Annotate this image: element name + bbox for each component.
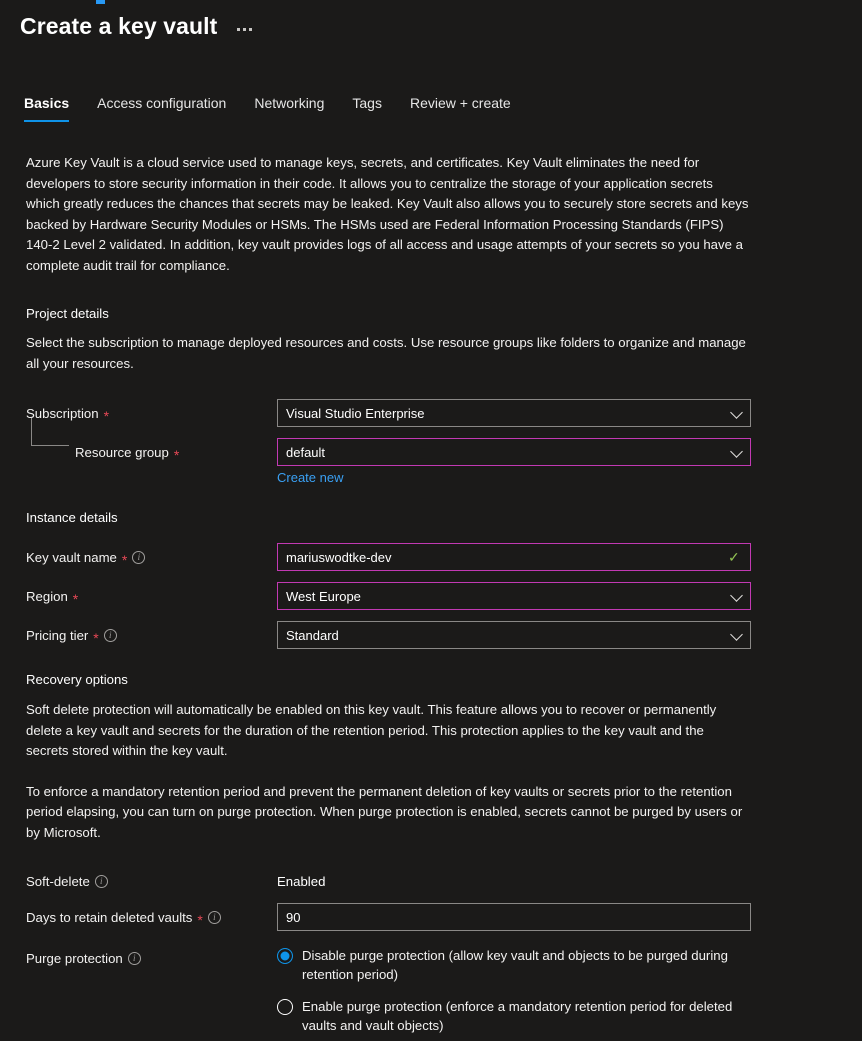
resource-group-dropdown[interactable]: default [277, 438, 751, 466]
radio-mark-icon [277, 999, 293, 1015]
region-dropdown[interactable]: West Europe [277, 582, 751, 610]
soft-delete-field: Enabled [277, 867, 751, 890]
soft-delete-label: Soft-delete i [26, 867, 277, 890]
radio-enable-purge-protection-label: Enable purge protection (enforce a manda… [302, 999, 733, 1033]
ellipsis-dot [237, 27, 241, 31]
subscription-value: Visual Studio Enterprise [286, 405, 425, 421]
create-new-resource-group-link[interactable]: Create new [277, 470, 343, 485]
soft-delete-value: Enabled [277, 874, 326, 889]
info-icon[interactable]: i [103, 629, 117, 642]
subscription-field: Visual Studio Enterprise [277, 399, 751, 427]
field-row-soft-delete: Soft-delete i Enabled [26, 867, 836, 890]
info-icon[interactable]: i [94, 875, 108, 888]
tab-access-configuration[interactable]: Access configuration [83, 94, 240, 122]
days-to-retain-field: 90 [277, 903, 751, 931]
radio-enable-purge-protection[interactable]: Enable purge protection (enforce a manda… [277, 997, 751, 1035]
chevron-down-icon [730, 445, 743, 458]
check-icon: ✓ [728, 549, 740, 565]
pricing-tier-field: Standard [277, 621, 751, 649]
recovery-paragraph-2: To enforce a mandatory retention period … [26, 783, 743, 840]
region-label-text: Region [26, 589, 68, 604]
required-asterisk: * [72, 590, 79, 607]
soft-delete-label-text: Soft-delete [26, 874, 90, 889]
key-vault-name-field: mariuswodtke-dev ✓ [277, 543, 751, 571]
radio-disable-purge-protection-label: Disable purge protection (allow key vaul… [302, 948, 728, 982]
field-row-pricing-tier: Pricing tier * i Standard [26, 621, 836, 649]
key-vault-name-label-text: Key vault name [26, 550, 117, 565]
field-row-purge-protection: Purge protection i Disable purge protect… [26, 944, 836, 1035]
page-title: Create a key vault [20, 13, 218, 39]
days-to-retain-label-text: Days to retain deleted vaults [26, 910, 193, 925]
section-heading-recovery-options: Recovery options [26, 672, 128, 687]
pricing-tier-value: Standard [286, 627, 339, 643]
purge-protection-label: Purge protection i [26, 944, 277, 967]
ellipsis-dot [243, 27, 247, 31]
tab-review-create[interactable]: Review + create [396, 94, 525, 122]
resource-group-label: Resource group * [26, 418, 277, 463]
chevron-down-icon [730, 406, 743, 419]
field-row-resource-group: Resource group * default Create new [26, 418, 836, 487]
field-row-subscription: Subscription * Visual Studio Enterprise [26, 399, 836, 427]
chevron-down-icon [730, 589, 743, 602]
tab-tags[interactable]: Tags [338, 94, 396, 122]
more-options-icon[interactable] [233, 22, 256, 37]
region-label: Region * [26, 582, 277, 607]
purge-protection-field: Disable purge protection (allow key vaul… [277, 944, 751, 1035]
ellipsis-dot [249, 27, 253, 31]
resource-group-field: default Create new [277, 438, 751, 487]
radio-disable-purge-protection[interactable]: Disable purge protection (allow key vaul… [277, 946, 751, 984]
field-row-region: Region * West Europe [26, 582, 836, 610]
pricing-tier-dropdown[interactable]: Standard [277, 621, 751, 649]
key-vault-name-value: mariuswodtke-dev [286, 549, 392, 565]
days-to-retain-value: 90 [286, 909, 301, 925]
section-heading-project-details: Project details [26, 306, 109, 321]
info-icon[interactable]: i [207, 911, 221, 924]
days-to-retain-label: Days to retain deleted vaults * i [26, 903, 277, 928]
subscription-dropdown[interactable]: Visual Studio Enterprise [277, 399, 751, 427]
purge-protection-radio-group: Disable purge protection (allow key vaul… [277, 944, 751, 1035]
form-content: Azure Key Vault is a cloud service used … [26, 153, 836, 1035]
purge-protection-label-text: Purge protection [26, 951, 123, 966]
pricing-tier-label-text: Pricing tier [26, 628, 89, 643]
breadcrumb-fragment [96, 0, 105, 4]
chevron-down-icon [730, 628, 743, 641]
info-icon[interactable]: i [132, 551, 146, 564]
pricing-tier-label: Pricing tier * i [26, 621, 277, 646]
radio-mark-selected-icon [277, 948, 293, 964]
key-vault-name-input[interactable]: mariuswodtke-dev ✓ [277, 543, 751, 571]
recovery-paragraph-1: Soft delete protection will automaticall… [26, 702, 717, 758]
required-asterisk: * [103, 407, 110, 424]
key-vault-name-label: Key vault name * i [26, 543, 277, 568]
required-asterisk: * [93, 629, 99, 646]
days-to-retain-input[interactable]: 90 [277, 903, 751, 931]
resource-group-label-text: Resource group [75, 445, 169, 460]
create-key-vault-blade: Create a key vault Basics Access configu… [0, 0, 862, 1041]
resource-group-value: default [286, 444, 326, 460]
blade-header: Create a key vault [20, 12, 256, 40]
info-icon[interactable]: i [127, 952, 141, 965]
project-details-description: Select the subscription to manage deploy… [26, 335, 746, 371]
tab-strip: Basics Access configuration Networking T… [24, 94, 525, 122]
tree-connector-line [31, 418, 69, 446]
tab-networking[interactable]: Networking [240, 94, 338, 122]
region-value: West Europe [286, 588, 361, 604]
region-field: West Europe [277, 582, 751, 610]
field-row-key-vault-name: Key vault name * i mariuswodtke-dev ✓ [26, 543, 836, 571]
tab-basics[interactable]: Basics [24, 94, 83, 122]
required-asterisk: * [121, 551, 128, 568]
required-asterisk: * [197, 911, 203, 928]
section-heading-instance-details: Instance details [26, 510, 118, 525]
intro-paragraph: Azure Key Vault is a cloud service used … [26, 155, 749, 273]
field-row-days-to-retain: Days to retain deleted vaults * i 90 [26, 903, 836, 931]
required-asterisk: * [173, 446, 180, 463]
